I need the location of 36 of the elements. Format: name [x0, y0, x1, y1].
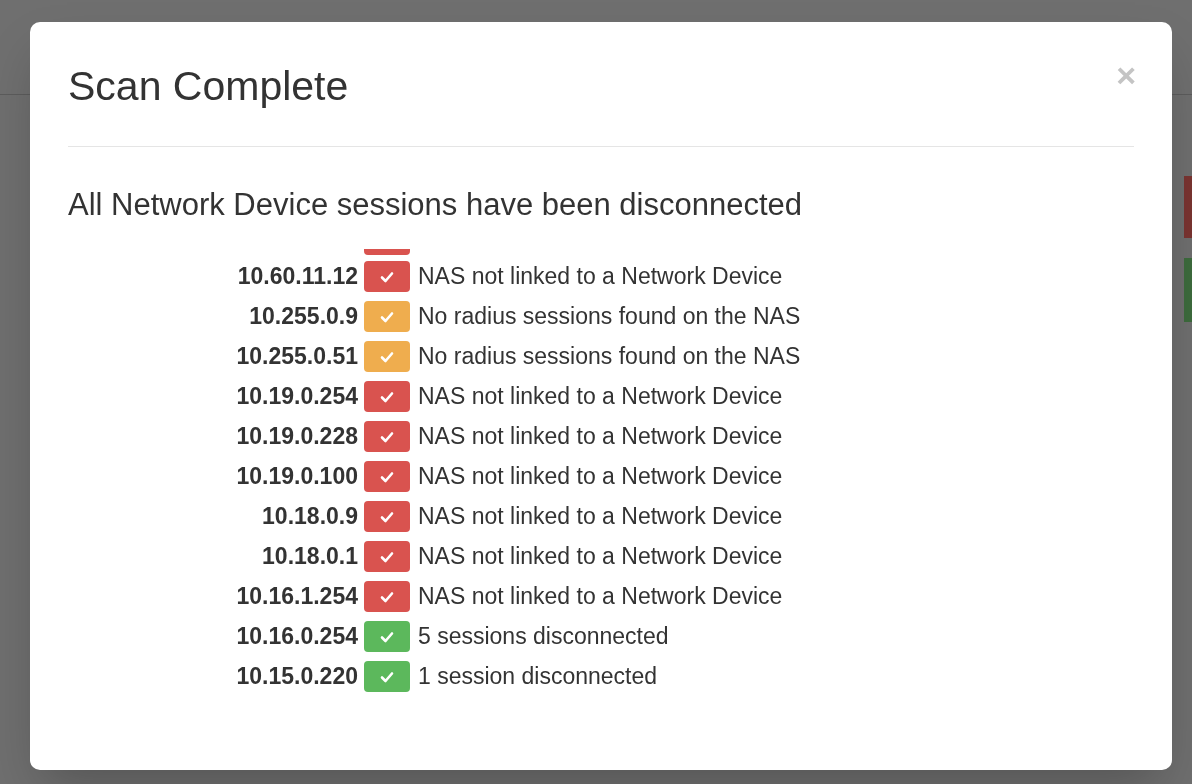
ip-address: 10.18.0.9: [261, 502, 359, 532]
check-icon: [380, 390, 394, 403]
modal-title: Scan Complete: [68, 62, 349, 111]
check-icon: [380, 670, 394, 683]
ip-address: 10.16.1.254: [235, 582, 359, 612]
result-message: NAS not linked to a Network Device: [418, 382, 783, 412]
result-message: NAS not linked to a Network Device: [418, 582, 783, 612]
check-icon: [380, 630, 394, 643]
check-icon: [380, 510, 394, 523]
result-message: NAS not linked to a Network Device: [418, 262, 783, 292]
ip-address: 10.18.0.1: [261, 542, 359, 572]
ip-address: 10.16.0.254: [235, 622, 359, 652]
check-icon: [380, 470, 394, 483]
ip-address: 10.19.0.254: [235, 382, 359, 412]
result-message: 1 session disconnected: [418, 662, 658, 692]
result-message: NAS not linked to a Network Device: [418, 422, 783, 452]
close-button[interactable]: ×: [1116, 58, 1136, 92]
check-icon: [380, 430, 394, 443]
check-icon: [380, 350, 394, 363]
result-message: No radius sessions found on the NAS: [418, 302, 801, 332]
result-message: NAS not linked to a Network Device: [418, 462, 783, 492]
check-icon: [380, 310, 394, 323]
result-message: 5 sessions disconnected: [418, 622, 669, 652]
ip-address: 10.19.0.100: [235, 462, 359, 492]
result-message: NAS not linked to a Network Device: [418, 542, 783, 572]
check-icon: [380, 590, 394, 603]
modal-heading: All Network Device sessions have been disconnected: [68, 186, 804, 224]
result-message: No radius sessions found on the NAS: [418, 342, 801, 372]
check-icon: [380, 550, 394, 563]
ip-address: 10.15.0.220: [235, 662, 359, 692]
result-message: NAS not linked to a Network Device: [418, 502, 783, 532]
ip-address: 10.19.0.228: [235, 422, 359, 452]
ip-address: 10.255.0.9: [248, 302, 359, 332]
ip-address: 10.60.11.12: [236, 262, 359, 292]
check-icon: [380, 270, 394, 283]
ip-address: 10.255.0.51: [235, 342, 359, 372]
